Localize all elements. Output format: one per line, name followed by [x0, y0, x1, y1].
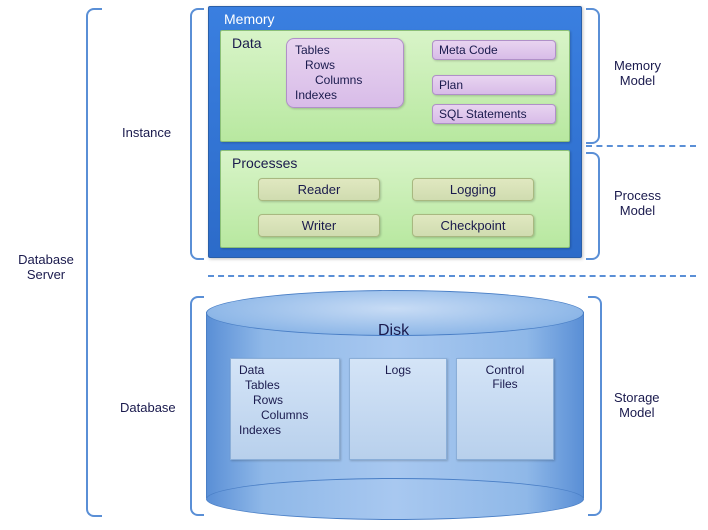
processes-title: Processes [232, 155, 297, 171]
disk-logs: Logs [349, 358, 447, 460]
l1: Rows [295, 58, 335, 72]
d3: Columns [239, 408, 308, 422]
tables-block: Tables Rows Columns Indexes [286, 38, 404, 108]
l3: Indexes [295, 88, 337, 102]
brace-database [190, 296, 204, 516]
d4: Indexes [239, 423, 281, 437]
l0: Tables [295, 43, 330, 57]
plan: Plan [432, 75, 556, 95]
writer: Writer [258, 214, 380, 237]
d1: Tables [239, 378, 280, 392]
brace-memory [586, 8, 600, 144]
checkpoint: Checkpoint [412, 214, 534, 237]
instance-label: Instance [122, 125, 171, 140]
memory-model-label: Memory Model [614, 58, 661, 88]
d0: Data [239, 363, 264, 377]
d2: Rows [239, 393, 283, 407]
memory-label: Memory [224, 11, 275, 27]
disk-label: Disk [378, 322, 409, 340]
brace-instance [190, 8, 204, 260]
database-label: Database [120, 400, 176, 415]
storage-model-label: Storage Model [614, 390, 660, 420]
brace-process [586, 152, 600, 260]
disk-data: Data Tables Rows Columns Indexes [230, 358, 340, 460]
reader: Reader [258, 178, 380, 201]
data-title: Data [232, 35, 262, 51]
brace-server [86, 8, 102, 517]
diagram: Memory Data Tables Rows Columns Indexes … [0, 0, 708, 530]
server-label: Database Server [14, 252, 78, 282]
dash1 [586, 145, 696, 147]
process-model-label: Process Model [614, 188, 661, 218]
sql-stmts: SQL Statements [432, 104, 556, 124]
disk-control: Control Files [456, 358, 554, 460]
brace-storage [588, 296, 602, 516]
l2: Columns [295, 73, 362, 87]
logging: Logging [412, 178, 534, 201]
dash2 [208, 275, 696, 277]
meta-code: Meta Code [432, 40, 556, 60]
